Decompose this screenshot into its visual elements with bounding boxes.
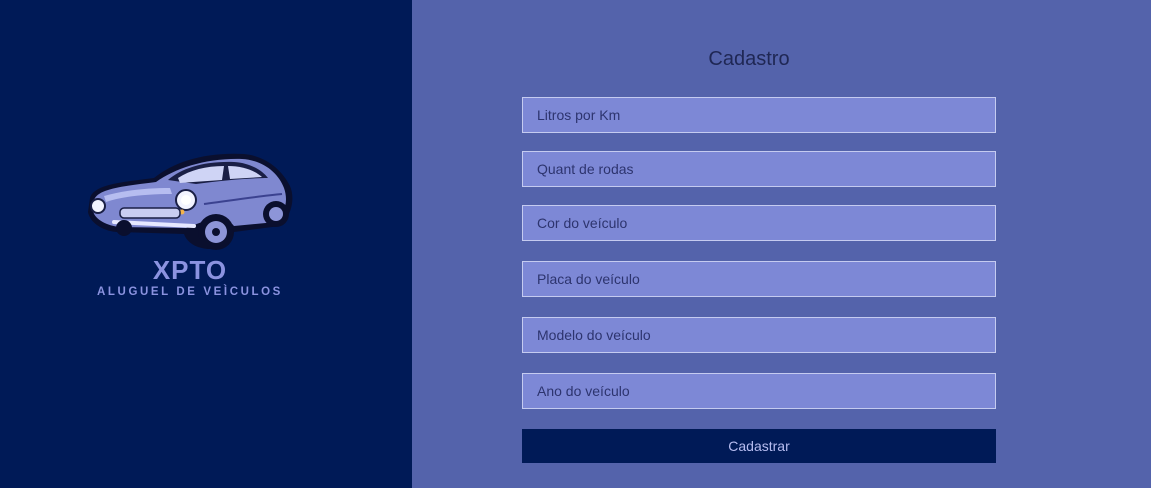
vehicle-year-input[interactable] xyxy=(522,373,996,409)
liters-per-km-input[interactable] xyxy=(522,97,996,133)
vehicle-plate-input[interactable] xyxy=(522,261,996,297)
classic-car-icon xyxy=(88,153,293,250)
wheel-count-input[interactable] xyxy=(522,151,996,187)
submit-button[interactable]: Cadastrar xyxy=(522,429,996,463)
brand-panel: XPTO ALUGUEL DE VEÌCULOS xyxy=(0,0,412,488)
brand-name: XPTO xyxy=(152,255,228,285)
vehicle-color-input[interactable] xyxy=(522,205,996,241)
brand-logo: XPTO ALUGUEL DE VEÌCULOS xyxy=(84,148,296,300)
vehicle-model-input[interactable] xyxy=(522,317,996,353)
form-title: Cadastro xyxy=(708,48,790,70)
brand-tagline: ALUGUEL DE VEÌCULOS xyxy=(97,286,283,298)
registration-panel: Cadastro Cadastrar xyxy=(412,0,1151,488)
